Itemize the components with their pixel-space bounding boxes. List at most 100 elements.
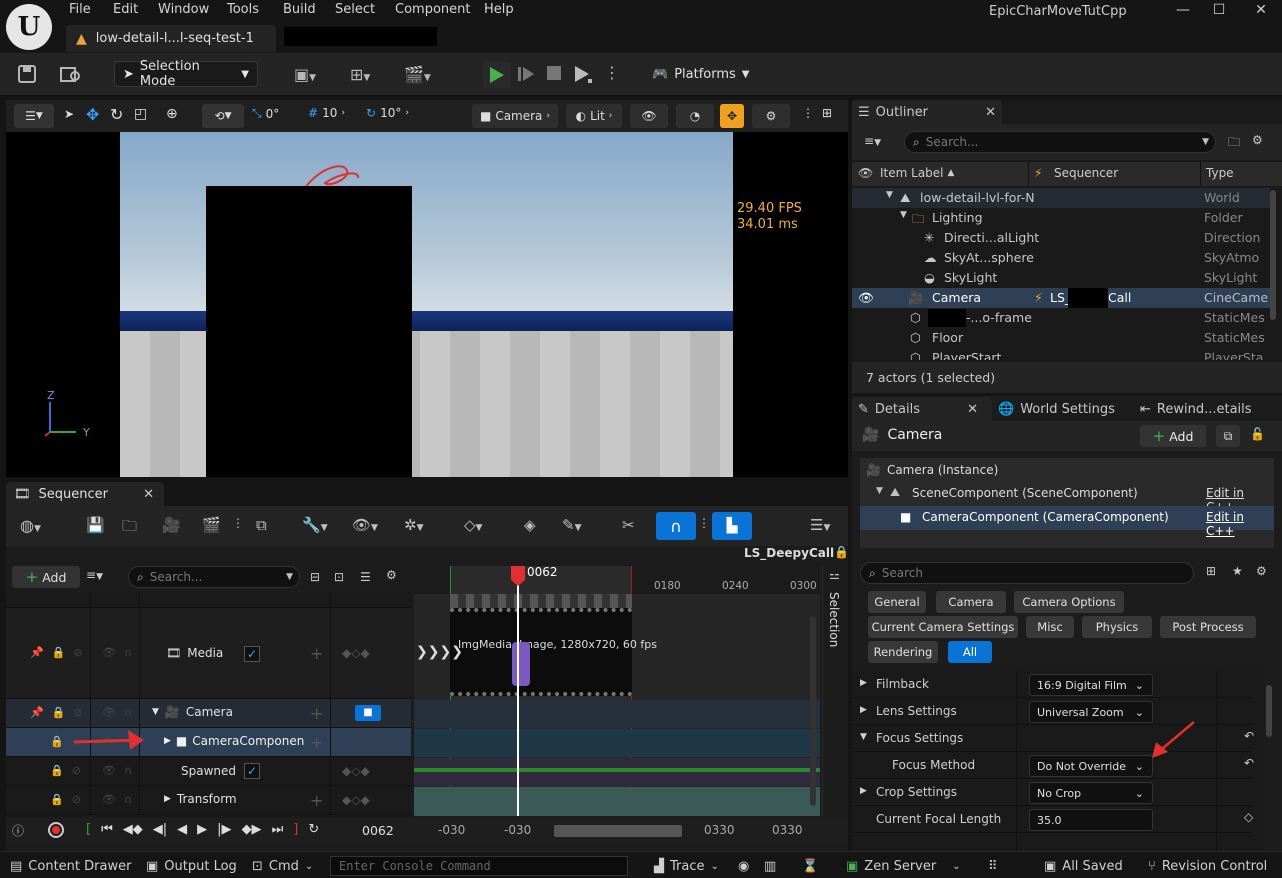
category-all[interactable]: All — [948, 641, 992, 663]
working-range-end[interactable]: 0330 — [704, 823, 735, 837]
filter-icon[interactable]: ≡▼ — [86, 568, 103, 582]
hierarchy-icon[interactable]: ⧉ — [256, 516, 267, 534]
hourglass-icon[interactable]: ⌛ — [802, 856, 818, 876]
focus-method-dropdown[interactable]: Do Not Override ⌄ — [1029, 755, 1153, 777]
category-physics[interactable]: Physics — [1082, 616, 1152, 638]
category-post-process[interactable]: Post Process — [1160, 616, 1256, 638]
add-folder-icon[interactable]: 🗀 — [1228, 133, 1240, 154]
reset-icon[interactable]: ↶ — [1244, 729, 1254, 743]
outliner-row-directional-light[interactable]: ✳ Directi...alLight Direction — [852, 228, 1270, 248]
lit-mode-button[interactable]: ◐ Lit › — [566, 104, 622, 128]
translate-tool-icon[interactable]: ✥ — [86, 105, 99, 124]
outliner-tab[interactable]: ☰ Outliner ✕ — [852, 100, 1002, 124]
save-sequence-icon[interactable]: 💾 — [86, 516, 105, 534]
track-row-media[interactable]: 📌 🔒 ⊘ 👁 ∩ 🎞 Media ✓ + ◆◇◆ — [6, 608, 411, 699]
revision-control-button[interactable]: ⑂ Revision Control — [1148, 856, 1267, 876]
column-sequencer[interactable]: Sequencer — [1054, 166, 1118, 180]
grid-snap-button[interactable]: # 10 › — [308, 106, 345, 120]
close-tab-icon[interactable]: ✕ — [985, 105, 996, 120]
unreal-logo[interactable]: U — [6, 4, 52, 50]
column-type[interactable]: Type — [1206, 166, 1234, 180]
browse-icon[interactable] — [60, 65, 82, 83]
current-frame-field[interactable]: 0062 — [362, 823, 394, 838]
console-input[interactable]: Enter Console Command — [330, 856, 628, 876]
browse-sequence-icon[interactable]: 🗀 — [122, 516, 137, 541]
component-row-camera[interactable]: ■ CameraComponent (CameraComponent) Edit… — [860, 506, 1274, 538]
camera-add-icon[interactable]: 🎥 — [162, 516, 181, 534]
focal-length-input[interactable]: 35.0 — [1029, 809, 1153, 831]
keyframe-icon[interactable]: ◇ — [1244, 810, 1253, 824]
maximize-icon[interactable]: ☐ — [1209, 2, 1229, 18]
key-nav-icons[interactable]: ◆◇◆ — [342, 793, 370, 807]
details-scrollbar[interactable] — [1266, 685, 1272, 737]
category-misc[interactable]: Misc — [1026, 616, 1074, 638]
visibility-icon[interactable]: 👁 — [858, 290, 874, 306]
cinematics-icon[interactable]: 🎬▼ — [404, 65, 431, 84]
jump-start-icon[interactable]: ⏮ — [101, 822, 113, 837]
menu-select[interactable]: Select — [335, 2, 375, 20]
play-reverse-icon[interactable]: ◀ — [177, 822, 187, 837]
media-checkbox[interactable]: ✓ — [244, 646, 260, 662]
sequencer-add-button[interactable]: + Add — [12, 566, 80, 588]
spawned-checkbox[interactable]: ✓ — [244, 763, 260, 779]
eject-icon[interactable] — [574, 65, 592, 83]
menu-edit[interactable]: Edit — [113, 2, 138, 20]
loop-icon[interactable]: ↻ — [308, 822, 319, 837]
content-drawer-button[interactable]: ▤ Content Drawer — [10, 856, 131, 876]
outliner-scrollbar[interactable] — [1270, 190, 1276, 320]
track-row-cameracomponent[interactable]: 🔒⊘ 👁∩ ▶ ■ CameraComponen + — [6, 728, 411, 757]
favorite-star-icon[interactable]: ★ — [1232, 564, 1243, 578]
camera-cut-icon[interactable]: ■ — [355, 705, 381, 721]
category-general[interactable]: General — [868, 591, 926, 613]
category-rendering[interactable]: Rendering — [868, 641, 938, 663]
rotate-tool-icon[interactable]: ↻ — [110, 105, 123, 124]
collapsed-arrow-icon[interactable]: ▶ — [860, 786, 867, 796]
expanded-arrow-icon[interactable]: ▼ — [152, 707, 159, 717]
category-current-camera-settings[interactable]: Current Camera Settings — [868, 616, 1018, 638]
stop-icon[interactable] — [546, 65, 562, 81]
menu-component[interactable]: Component — [395, 2, 470, 20]
range-end-icon[interactable]: ] — [293, 822, 298, 837]
layout-icon[interactable]: ⊞ — [822, 106, 832, 120]
filmback-dropdown[interactable]: 16:9 Digital Film ⌄ — [1029, 674, 1153, 696]
step-icon[interactable] — [517, 65, 535, 83]
next-frame-icon[interactable]: |▶ — [217, 822, 231, 837]
menu-window[interactable]: Window — [158, 2, 209, 20]
settings-icon[interactable]: ⚙ — [1252, 133, 1263, 147]
settings-icon[interactable]: ⚙ — [386, 568, 397, 582]
key-nav-icons[interactable]: ◆◇◆ — [342, 646, 370, 660]
cmd-button[interactable]: ⊡ Cmd ⌄ — [252, 856, 313, 876]
sequencer-search-input[interactable]: ⌕ Search... ▼ — [128, 566, 300, 588]
show-flags-icon[interactable]: 👁 — [630, 104, 668, 128]
world-icon[interactable]: ◍▼ — [20, 516, 41, 535]
outliner-row-player-start[interactable]: ⬡ PlayerStart PlayerSta — [852, 348, 1270, 360]
media-clip[interactable]: ImgMedia, Image, 1280x720, 60 fps — [450, 608, 657, 696]
collapsed-arrow-icon[interactable]: ▶ — [860, 705, 867, 715]
crop-settings-dropdown[interactable]: No Crop ⌄ — [1029, 782, 1153, 804]
add-track-icon[interactable]: + — [310, 644, 323, 663]
more-options-icon[interactable]: ⋮ — [802, 106, 814, 120]
selection-mode-button[interactable]: ➤ Selection Mode ▼ — [114, 59, 258, 89]
details-search-input[interactable]: ⌕ Search — [860, 562, 1194, 584]
add-actor-icon[interactable]: ▣▼ — [294, 65, 316, 84]
property-filmback[interactable]: ▶ Filmback 16:9 Digital Film ⌄ — [852, 671, 1252, 698]
blueprint-icon[interactable]: ⊞▼ — [350, 65, 370, 84]
snap-more-icon[interactable]: ⋮ — [698, 516, 710, 530]
angle-snap-button[interactable]: ↻ 10° › — [366, 106, 409, 120]
track-row-spawned[interactable]: 🔒 ⊘ 👁 ∩ Spawned ✓ ◆◇◆ — [6, 757, 411, 786]
outliner-row-frame[interactable]: ⬡ -...o-frame StaticMes — [852, 308, 1270, 328]
component-instance-row[interactable]: 🎥 Camera (Instance) — [860, 458, 1274, 482]
trim-icon[interactable]: ✂ — [622, 516, 635, 534]
record-icon[interactable] — [48, 822, 64, 838]
close-tab-icon[interactable]: ✕ — [143, 487, 154, 502]
blueprint-icon[interactable]: ⧉ — [1216, 425, 1240, 447]
key-options-icon[interactable]: ✲▼ — [404, 516, 424, 534]
add-track-icon[interactable]: + — [310, 704, 323, 723]
play-forward-icon[interactable]: ▶ — [197, 822, 207, 837]
outliner-row-sky-atmosphere[interactable]: ☁ SkyAt...sphere SkyAtmo — [852, 248, 1270, 268]
add-component-button[interactable]: + Add — [1140, 425, 1206, 447]
platforms-button[interactable]: 🎮 Platforms ▼ — [652, 67, 750, 82]
sequencer-timeline[interactable]: 0000 0120 0180 0240 0300 ImgMedia, Image… — [414, 565, 820, 816]
expanded-arrow-icon[interactable]: ▼ — [860, 732, 867, 742]
select-tool-icon[interactable]: ➤ — [64, 107, 74, 121]
